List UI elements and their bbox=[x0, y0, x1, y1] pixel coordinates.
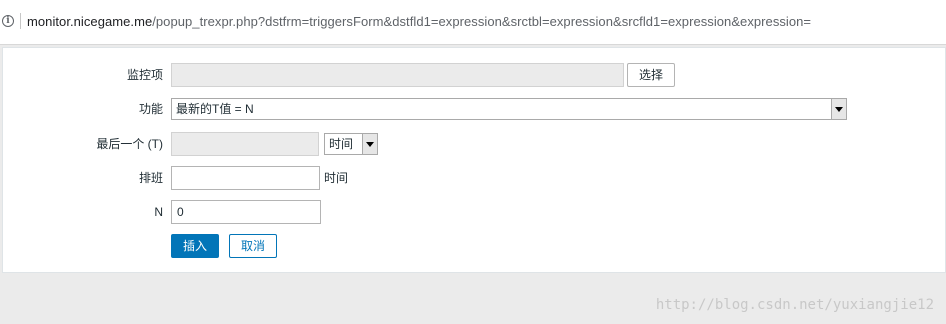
last-t-field bbox=[171, 132, 319, 156]
address-bar[interactable]: i monitor.nicegame.me/popup_trexpr.php?d… bbox=[0, 0, 946, 45]
last-t-unit-select[interactable]: 时间 bbox=[324, 133, 378, 155]
function-selected-value: 最新的T值 = N bbox=[176, 102, 254, 116]
watermark: http://blog.csdn.net/yuxiangjie12 bbox=[655, 297, 934, 313]
last-t-unit-value: 时间 bbox=[329, 137, 354, 151]
n-label: N bbox=[154, 205, 163, 219]
shift-input[interactable] bbox=[171, 166, 320, 190]
url-host: monitor.nicegame.me bbox=[27, 14, 153, 29]
select-item-button[interactable]: 选择 bbox=[627, 63, 675, 87]
item-row: 监控项 选择 bbox=[3, 63, 946, 87]
function-select[interactable]: 最新的T值 = N bbox=[171, 98, 847, 120]
cancel-button[interactable]: 取消 bbox=[229, 234, 277, 258]
item-field bbox=[171, 63, 624, 87]
function-row: 功能 最新的T值 = N bbox=[3, 97, 946, 121]
insert-button[interactable]: 插入 bbox=[171, 234, 219, 258]
n-input[interactable]: 0 bbox=[171, 200, 321, 224]
shift-label: 排班 bbox=[138, 171, 163, 185]
url-path: /popup_trexpr.php?dstfrm=triggersForm&ds… bbox=[152, 14, 812, 29]
chevron-down-icon[interactable] bbox=[831, 99, 846, 119]
info-icon[interactable]: i bbox=[2, 15, 14, 27]
last-t-row: 最后一个 (T) 时间 bbox=[3, 132, 946, 156]
address-separator bbox=[20, 13, 21, 29]
shift-row: 排班 时间 bbox=[3, 166, 946, 190]
function-label: 功能 bbox=[138, 102, 163, 116]
expression-form: 监控项 选择 功能 最新的T值 = N 最后一个 (T) 时间 排班 时间 N … bbox=[2, 47, 946, 273]
url-text[interactable]: monitor.nicegame.me/popup_trexpr.php?dst… bbox=[27, 14, 811, 29]
shift-suffix: 时间 bbox=[324, 171, 349, 185]
item-label: 监控项 bbox=[126, 68, 163, 82]
chevron-down-icon[interactable] bbox=[362, 134, 377, 154]
last-t-label: 最后一个 (T) bbox=[96, 137, 163, 151]
n-row: N 0 bbox=[3, 200, 946, 224]
